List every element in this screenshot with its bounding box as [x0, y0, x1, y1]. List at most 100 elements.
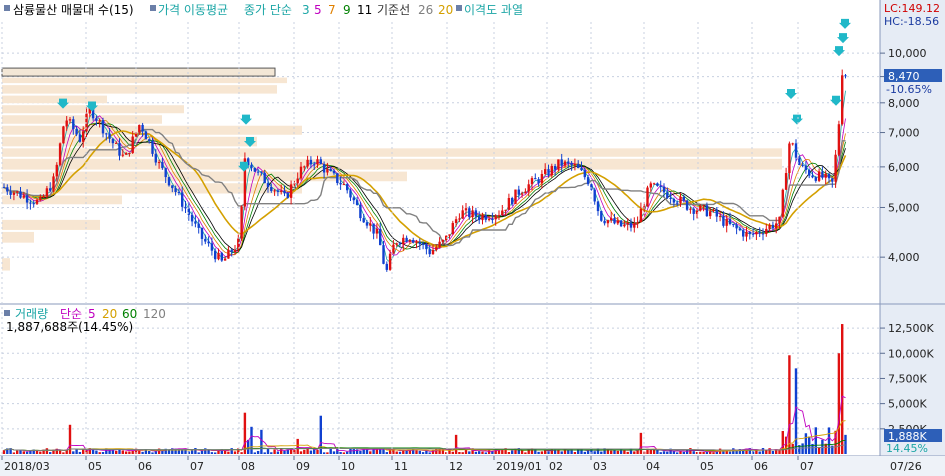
candle-body — [705, 205, 709, 217]
volume-bar — [817, 447, 821, 454]
candle-body — [329, 168, 332, 171]
x-tick-label: 10 — [341, 460, 355, 473]
candle-body — [144, 131, 148, 140]
candle-body — [286, 193, 289, 198]
candle-body — [676, 202, 679, 204]
vol-period-5: 5 — [88, 307, 96, 321]
volume-bar — [814, 427, 817, 454]
candle-body — [309, 159, 313, 165]
candle-body — [6, 187, 9, 192]
candle-body — [577, 164, 580, 168]
price-tick-label: 6,000 — [888, 161, 920, 174]
candle-body — [748, 231, 751, 234]
candle-body — [603, 220, 606, 224]
volume-bar — [276, 451, 280, 454]
price-legend: 삼륭물산 매물대 수(15) 가격 이동평균 종가 단순 3 5 7 9 11 … — [4, 3, 523, 17]
x-tick-label: 08 — [241, 460, 255, 473]
candle-body — [230, 249, 233, 253]
x-tick-label: 07 — [800, 460, 814, 473]
candle-body — [52, 176, 55, 191]
volume-bar — [121, 450, 124, 454]
candle-body — [540, 173, 544, 184]
candle-body — [784, 173, 788, 190]
x-tick-label: 06 — [138, 460, 152, 473]
x-tick-label: 05 — [88, 460, 102, 473]
candle-body — [646, 187, 649, 207]
profile-bin-outlined — [1, 67, 276, 77]
candle-body — [326, 168, 329, 173]
volume-bar — [194, 448, 197, 454]
candle-body — [65, 120, 68, 127]
volume-bar — [250, 426, 253, 454]
volume-bar — [478, 451, 481, 454]
volume-bar — [316, 449, 319, 454]
volume-bar — [39, 451, 42, 454]
candle-body — [448, 234, 451, 236]
volume-bar — [699, 451, 702, 454]
candle-body — [296, 178, 299, 184]
candle-body — [834, 154, 837, 182]
candle-body — [544, 169, 547, 174]
candle-body — [639, 209, 643, 223]
volume-bar — [75, 449, 78, 454]
volume-bar — [448, 450, 451, 454]
volume-bar — [560, 451, 563, 454]
candle-body — [471, 210, 474, 218]
candle-body — [223, 258, 227, 261]
candle-body — [514, 189, 517, 204]
candle-body — [431, 249, 435, 255]
candle-body — [573, 164, 577, 166]
x-tick-label: 12 — [449, 460, 463, 473]
volume-bar — [659, 452, 662, 454]
vol-period-20: 20 — [102, 307, 117, 321]
x-tick-label: 2019/01 — [496, 460, 542, 473]
volume-bar — [352, 449, 355, 454]
volume-bar — [141, 451, 144, 454]
volume-bar — [788, 355, 791, 454]
candle-body — [623, 224, 626, 227]
candle-body — [306, 159, 309, 167]
volume-bar — [346, 451, 349, 454]
x-tick-label: 09 — [296, 460, 310, 473]
candle-body — [504, 209, 507, 211]
candle-body — [263, 172, 266, 184]
volume-bar — [339, 452, 342, 454]
volume-bar — [537, 451, 540, 454]
base-line-period2: 20 — [438, 3, 453, 17]
volume-bar — [501, 449, 504, 454]
candle-body — [184, 206, 187, 209]
volume-bar — [151, 452, 154, 454]
legend-square-icon — [4, 310, 10, 316]
x-tick-label: 02 — [549, 460, 563, 473]
candle-body — [392, 244, 395, 254]
volume-bar — [283, 450, 286, 454]
volume-bar — [62, 452, 65, 454]
candle-body — [659, 185, 662, 187]
candle-body — [580, 167, 583, 171]
current-change: -10.65% — [886, 83, 932, 96]
volume-bar — [593, 451, 596, 454]
volume-bar — [78, 451, 82, 454]
candle-body — [520, 193, 524, 195]
candle-body — [412, 239, 415, 243]
candle-body — [227, 249, 230, 259]
volume-bar — [415, 450, 418, 454]
candle-body — [501, 210, 504, 216]
candle-body — [560, 159, 563, 166]
profile-bin — [2, 219, 100, 230]
volume-bar — [131, 450, 134, 454]
candle-body — [164, 168, 167, 178]
candle-body — [474, 210, 478, 217]
volume-bar — [230, 448, 233, 454]
candle-body — [610, 218, 613, 221]
candle-body — [511, 198, 514, 204]
candle-body — [732, 224, 735, 226]
candle-body — [346, 184, 349, 191]
volume-tick-label: 7,500K — [888, 372, 927, 385]
volume-bar — [82, 449, 85, 454]
candle-body — [438, 241, 441, 248]
volume-bar — [214, 452, 217, 454]
candle-body — [491, 219, 494, 221]
candle-body — [32, 203, 35, 205]
volume-bar — [540, 451, 544, 454]
